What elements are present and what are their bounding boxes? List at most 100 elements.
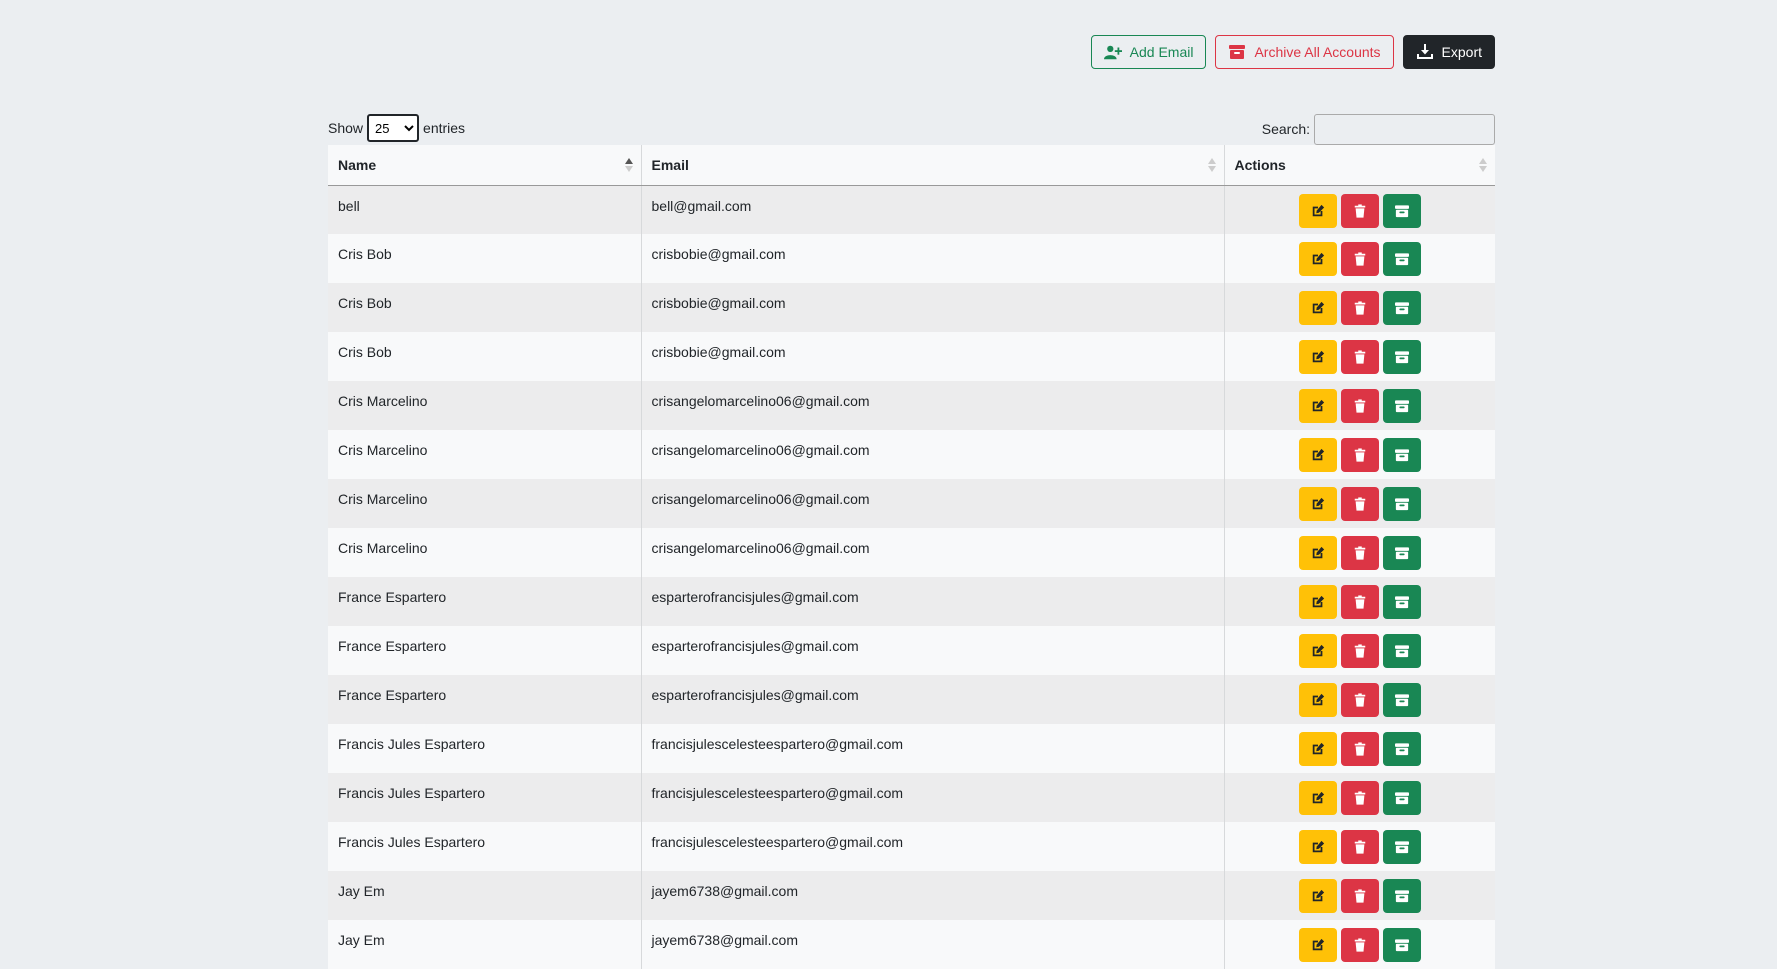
archive-box-icon [1394, 302, 1409, 315]
archive-button[interactable] [1382, 389, 1421, 423]
row-actions [1298, 634, 1421, 668]
trash-icon [1354, 595, 1365, 609]
table-row: Cris Marcelino crisangelomarcelino06@gma… [328, 430, 1495, 479]
archive-button[interactable] [1382, 340, 1421, 374]
archive-button[interactable] [1382, 683, 1421, 717]
archive-all-button[interactable]: Archive All Accounts [1215, 35, 1394, 69]
sort-icon [1479, 158, 1487, 172]
actions-cell [1223, 626, 1495, 675]
email-cell: esparterofrancisjules@gmail.com [640, 675, 1224, 724]
archive-button[interactable] [1382, 536, 1421, 570]
archive-button[interactable] [1382, 487, 1421, 521]
name-cell: Jay Em [338, 883, 385, 899]
row-actions [1298, 193, 1421, 228]
delete-button[interactable] [1340, 438, 1379, 472]
column-header-label: Email [651, 156, 689, 173]
search-input[interactable] [1314, 113, 1495, 145]
delete-button[interactable] [1340, 340, 1379, 374]
archive-button[interactable] [1382, 781, 1421, 815]
search-label: Search: [1261, 121, 1310, 137]
archive-button[interactable] [1382, 830, 1421, 864]
archive-box-icon [1394, 890, 1409, 903]
column-header-name[interactable]: Name [328, 145, 641, 186]
archive-box-icon [1394, 645, 1409, 658]
archive-button[interactable] [1382, 732, 1421, 766]
actions-cell [1223, 577, 1495, 626]
edit-icon [1312, 546, 1324, 559]
column-header-actions[interactable]: Actions [1223, 145, 1495, 186]
edit-button[interactable] [1298, 438, 1337, 472]
edit-button[interactable] [1298, 291, 1337, 325]
edit-button[interactable] [1298, 830, 1337, 864]
archive-button[interactable] [1382, 438, 1421, 472]
delete-button[interactable] [1340, 634, 1379, 668]
edit-button[interactable] [1298, 242, 1337, 276]
trash-icon [1354, 252, 1365, 266]
delete-button[interactable] [1340, 879, 1379, 913]
delete-button[interactable] [1340, 683, 1379, 717]
name-cell: Cris Marcelino [338, 442, 428, 458]
archive-button[interactable] [1382, 193, 1421, 228]
delete-button[interactable] [1340, 242, 1379, 276]
name-cell: Cris Marcelino [338, 393, 428, 409]
delete-button[interactable] [1340, 389, 1379, 423]
archive-button[interactable] [1382, 879, 1421, 913]
edit-button[interactable] [1298, 585, 1337, 619]
user-plus-icon [1103, 45, 1122, 60]
row-actions [1298, 536, 1421, 570]
archive-box-icon [1394, 841, 1409, 854]
edit-button[interactable] [1298, 340, 1337, 374]
edit-icon [1312, 791, 1324, 804]
email-cell: francisjulescelesteespartero@gmail.com [640, 822, 1224, 871]
delete-button[interactable] [1340, 830, 1379, 864]
edit-button[interactable] [1298, 879, 1337, 913]
add-email-button[interactable]: Add Email [1090, 35, 1207, 69]
archive-button[interactable] [1382, 242, 1421, 276]
edit-button[interactable] [1298, 732, 1337, 766]
export-button[interactable]: Export [1402, 35, 1495, 69]
trash-icon [1354, 497, 1365, 511]
archive-box-icon [1229, 45, 1246, 59]
actions-cell [1223, 528, 1495, 577]
edit-button[interactable] [1298, 781, 1337, 815]
row-actions [1298, 781, 1421, 815]
edit-button[interactable] [1298, 487, 1337, 521]
edit-icon [1312, 448, 1324, 461]
trash-icon [1354, 791, 1365, 805]
column-header-label: Actions [1234, 156, 1286, 173]
toolbar: Add Email Archive All Accounts Export [1090, 35, 1495, 69]
edit-icon [1312, 644, 1324, 657]
export-label: Export [1441, 44, 1482, 60]
edit-button[interactable] [1298, 928, 1337, 962]
column-header-label: Name [338, 156, 377, 173]
edit-icon [1312, 889, 1324, 902]
delete-button[interactable] [1340, 193, 1379, 228]
edit-button[interactable] [1298, 683, 1337, 717]
delete-button[interactable] [1340, 487, 1379, 521]
name-cell: Cris Marcelino [338, 540, 428, 556]
delete-button[interactable] [1340, 928, 1379, 962]
delete-button[interactable] [1340, 536, 1379, 570]
edit-button[interactable] [1298, 536, 1337, 570]
email-cell: crisangelomarcelino06@gmail.com [640, 528, 1224, 577]
delete-button[interactable] [1340, 291, 1379, 325]
edit-button[interactable] [1298, 193, 1337, 228]
table-header-row: Name Email Actions [328, 145, 1495, 186]
archive-button[interactable] [1382, 585, 1421, 619]
entries-select[interactable]: 25 [367, 114, 420, 142]
edit-icon [1312, 399, 1324, 412]
table-row: France Espartero esparterofrancisjules@g… [328, 577, 1495, 626]
edit-icon [1312, 252, 1324, 265]
delete-button[interactable] [1340, 781, 1379, 815]
archive-button[interactable] [1382, 634, 1421, 668]
delete-button[interactable] [1340, 732, 1379, 766]
edit-button[interactable] [1298, 389, 1337, 423]
edit-icon [1312, 301, 1324, 314]
delete-button[interactable] [1340, 585, 1379, 619]
column-header-email[interactable]: Email [640, 145, 1224, 186]
edit-button[interactable] [1298, 634, 1337, 668]
archive-button[interactable] [1382, 928, 1421, 962]
email-cell: jayem6738@gmail.com [640, 871, 1224, 920]
name-cell: Cris Bob [338, 295, 392, 311]
archive-button[interactable] [1382, 291, 1421, 325]
